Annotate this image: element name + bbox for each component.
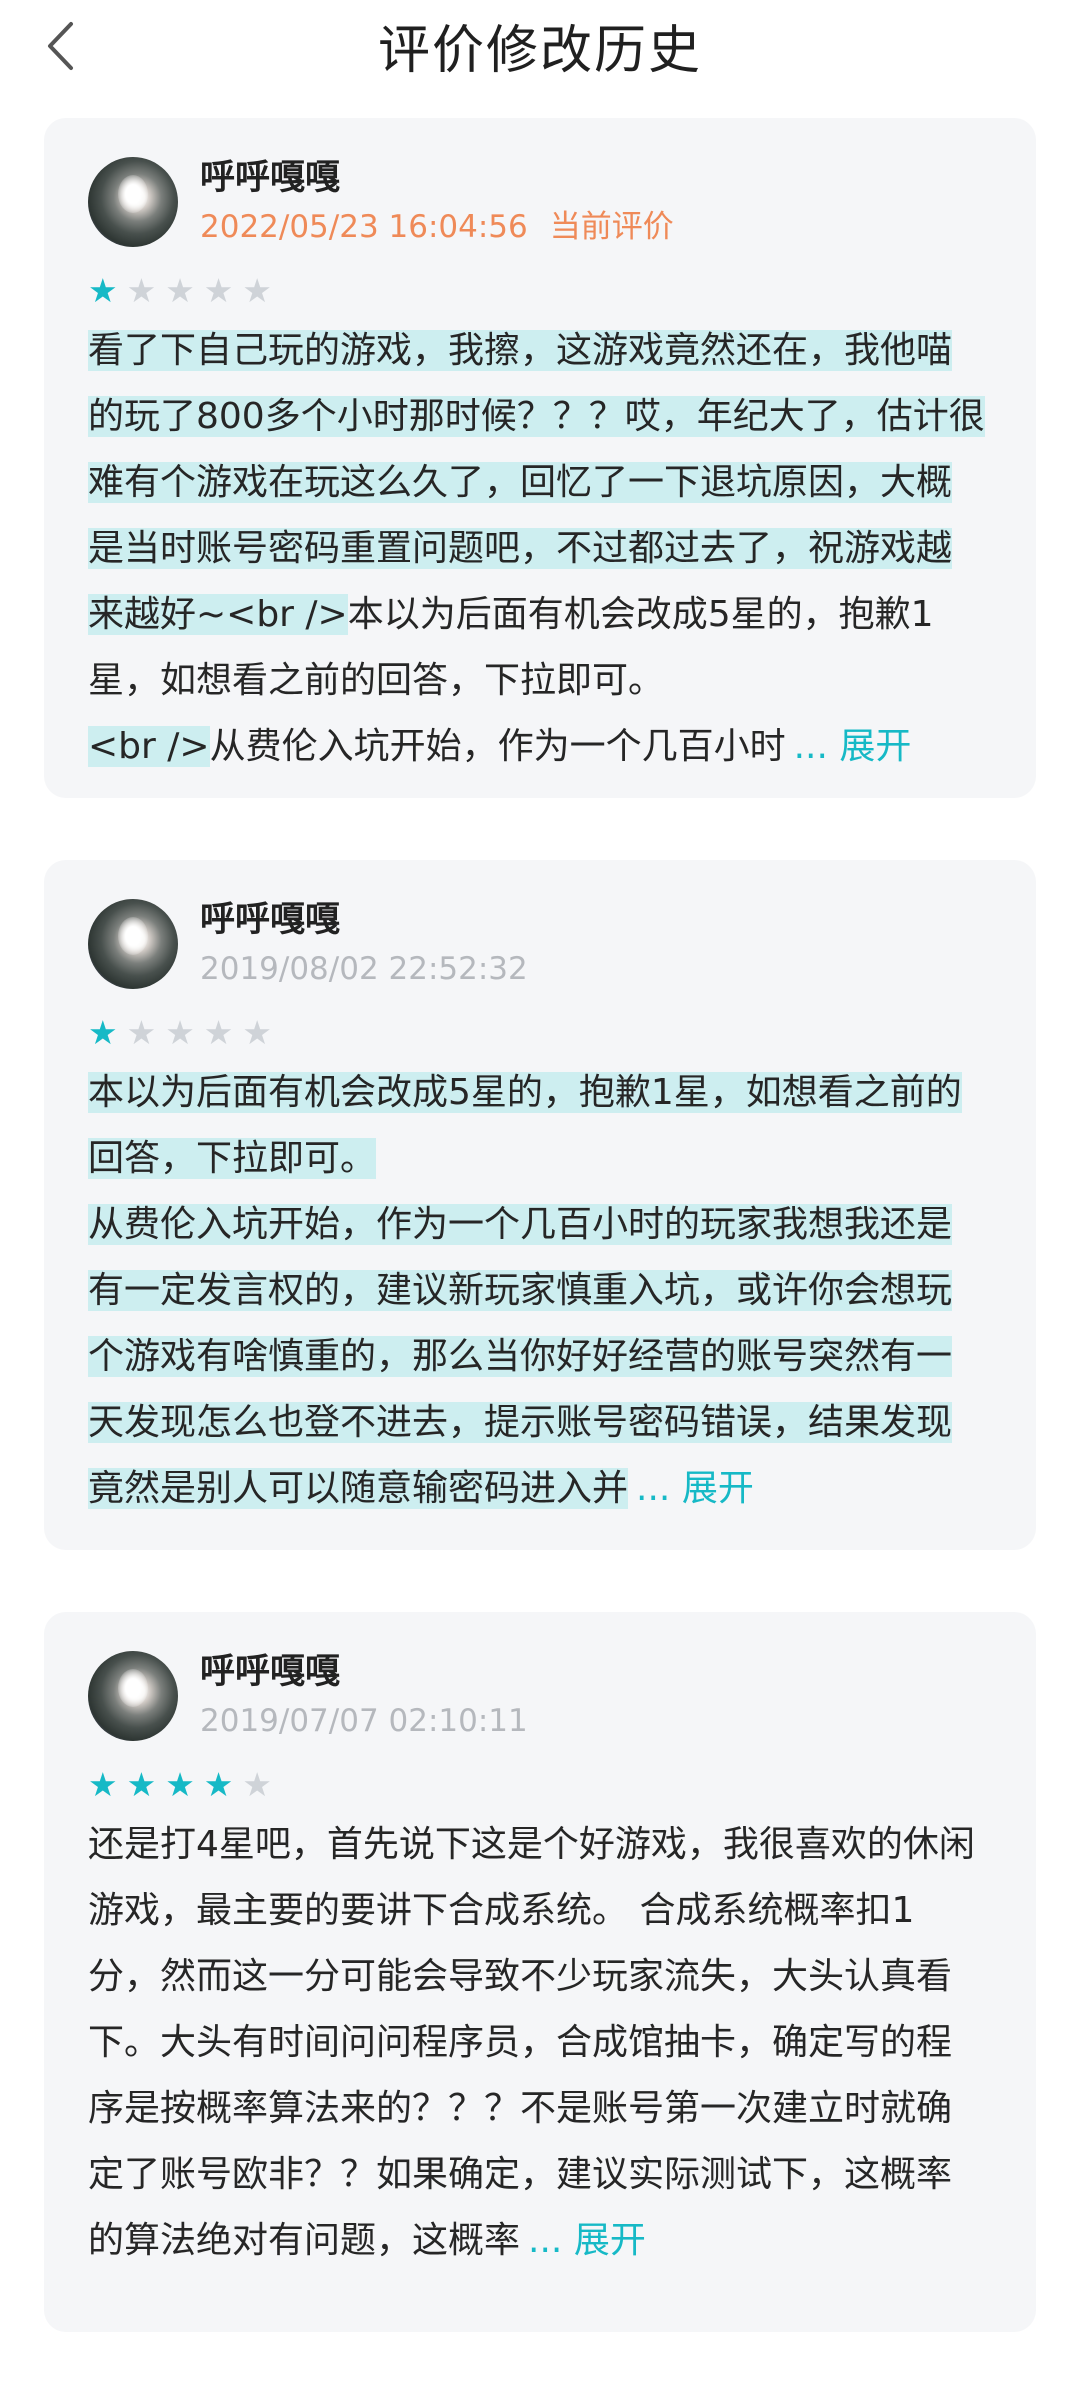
star-empty-icon: ★ — [126, 271, 157, 310]
avatar[interactable] — [88, 1651, 178, 1741]
review-meta: 2019/07/07 02:10:11 — [200, 1699, 528, 1743]
username: 呼呼嘎嘎 — [200, 158, 341, 198]
review-history-list[interactable]: 呼呼嘎嘎 2022/05/23 16:04:56 当前评价 ★ ★ ★ ★ ★ 看… — [44, 118, 1036, 2394]
timestamp: 2019/08/02 22:52:32 — [200, 951, 528, 987]
star-empty-icon: ★ — [242, 1013, 272, 1052]
star-filled-icon: ★ — [88, 1013, 118, 1052]
avatar[interactable] — [88, 899, 178, 989]
changed-text-highlight: 看了下自己玩的游戏，我擦，这游戏竟然还在，我他喵的玩了800多个小时那时候？？？… — [88, 330, 985, 635]
star-filled-icon: ★ — [165, 1765, 195, 1804]
changed-text-highlight: 本以为后面有机会改成5星的，抱歉1星，如想看之前的回答，下拉即可。 — [88, 1072, 962, 1179]
header: 评价修改历史 — [0, 0, 1080, 112]
username: 呼呼嘎嘎 — [200, 900, 341, 940]
current-review-tag: 当前评价 — [549, 209, 674, 245]
star-filled-icon: ★ — [88, 1765, 118, 1804]
review-body: 还是打4星吧，首先说下这是个好游戏，我很喜欢的休闲游戏，最主要的要讲下合成系统。… — [88, 1812, 986, 2274]
ellipsis: ... — [636, 1468, 671, 1509]
star-empty-icon: ★ — [165, 1013, 195, 1052]
star-empty-icon: ★ — [242, 1765, 272, 1804]
review-card: 呼呼嘎嘎 2022/05/23 16:04:56 当前评价 ★ ★ ★ ★ ★ 看… — [44, 118, 1036, 798]
review-header: 呼呼嘎嘎 2022/05/23 16:04:56 当前评价 — [88, 154, 986, 250]
rating-stars: ★ ★ ★ ★ ★ — [88, 271, 986, 310]
username: 呼呼嘎嘎 — [200, 1652, 341, 1692]
user-info: 呼呼嘎嘎 2019/08/02 22:52:32 — [200, 897, 528, 991]
star-filled-icon: ★ — [203, 1765, 234, 1804]
star-filled-icon: ★ — [88, 271, 118, 310]
timestamp: 2022/05/23 16:04:56 — [200, 209, 528, 245]
ellipsis: ... — [528, 2220, 563, 2261]
avatar[interactable] — [88, 157, 178, 247]
page-title: 评价修改历史 — [377, 21, 702, 81]
review-body: 本以为后面有机会改成5星的，抱歉1星，如想看之前的回答，下拉即可。从费伦入坑开始… — [88, 1060, 986, 1522]
star-empty-icon: ★ — [126, 1013, 157, 1052]
rating-stars: ★ ★ ★ ★ ★ — [88, 1013, 986, 1052]
review-meta: 2022/05/23 16:04:56 当前评价 — [200, 205, 674, 249]
changed-text-highlight: <br /> — [88, 726, 210, 767]
review-header: 呼呼嘎嘎 2019/07/07 02:10:11 — [88, 1648, 986, 1744]
expand-link[interactable]: 展开 — [839, 726, 911, 767]
user-info: 呼呼嘎嘎 2019/07/07 02:10:11 — [200, 1649, 528, 1743]
user-info: 呼呼嘎嘎 2022/05/23 16:04:56 当前评价 — [200, 155, 674, 249]
review-text: 从费伦入坑开始，作为一个几百小时 — [209, 726, 786, 767]
expand-link[interactable]: 展开 — [682, 1468, 754, 1509]
review-body: 看了下自己玩的游戏，我擦，这游戏竟然还在，我他喵的玩了800多个小时那时候？？？… — [88, 318, 986, 780]
rating-stars: ★ ★ ★ ★ ★ — [88, 1765, 986, 1804]
ellipsis: ... — [793, 726, 828, 767]
star-empty-icon: ★ — [242, 271, 272, 310]
review-card: 呼呼嘎嘎 2019/07/07 02:10:11 ★ ★ ★ ★ ★ 还是打4星… — [44, 1612, 1036, 2332]
star-filled-icon: ★ — [126, 1765, 157, 1804]
review-meta: 2019/08/02 22:52:32 — [200, 947, 528, 991]
review-card: 呼呼嘎嘎 2019/08/02 22:52:32 ★ ★ ★ ★ ★ 本以为后面… — [44, 860, 1036, 1550]
review-text: 还是打4星吧，首先说下这是个好游戏，我很喜欢的休闲游戏，最主要的要讲下合成系统。… — [88, 1824, 975, 2261]
changed-text-highlight: 从费伦入坑开始，作为一个几百小时的玩家我想我还是有一定发言权的，建议新玩家慎重入… — [88, 1204, 953, 1509]
star-empty-icon: ★ — [203, 1013, 234, 1052]
star-empty-icon: ★ — [203, 271, 234, 310]
timestamp: 2019/07/07 02:10:11 — [200, 1703, 528, 1739]
star-empty-icon: ★ — [165, 271, 195, 310]
review-header: 呼呼嘎嘎 2019/08/02 22:52:32 — [88, 896, 986, 992]
expand-link[interactable]: 展开 — [574, 2220, 646, 2261]
